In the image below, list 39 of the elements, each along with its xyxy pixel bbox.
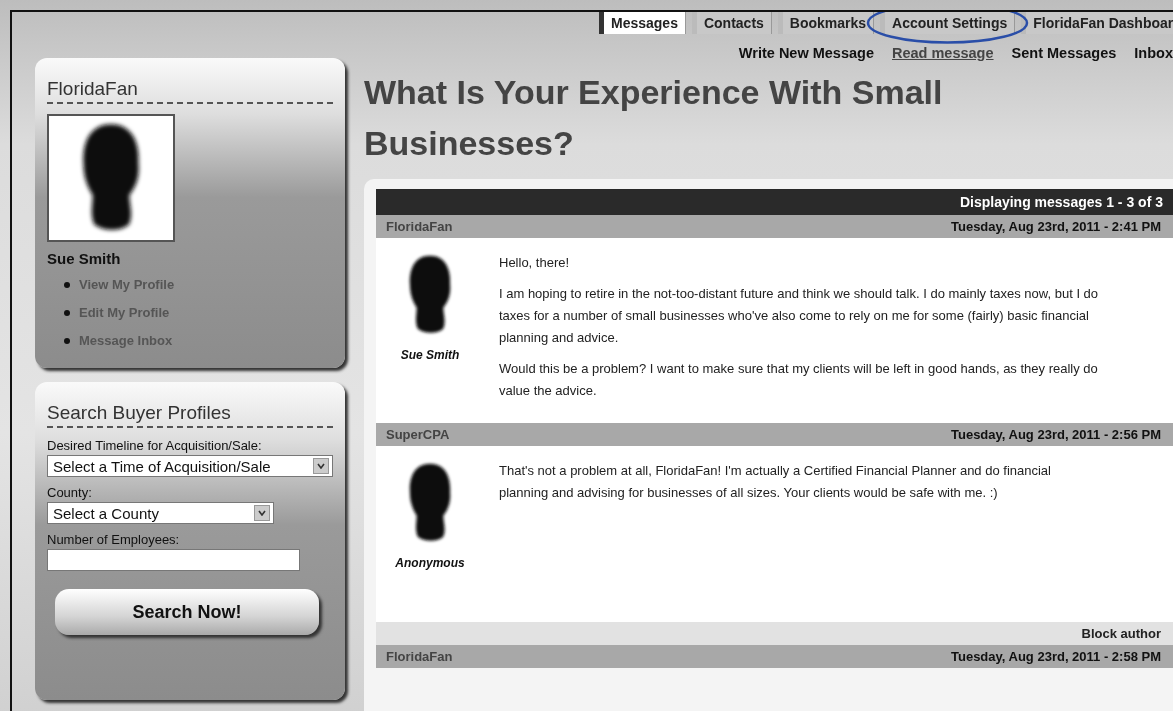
message-text: That's not a problem at all, FloridaFan! I'm actually a Certified Financial Planner and do financial planning and advising for businesses of all sizes. Your clients would be safe with me. :) [499,462,1052,502]
bullet-icon [64,310,70,316]
caret-icon [254,505,270,521]
field-label: Desired Timeline for Acquisition/Sale: [47,438,263,453]
sender-name[interactable]: FloridaFan [386,219,453,234]
search-button[interactable]: Search Now! [55,589,319,635]
message-date: Tuesday, Aug 23rd, 2011 - 2:56 PM [951,427,1161,442]
dropdown[interactable]: Select a Time of Acquisition/Sale [47,455,333,477]
author-name: Sue Smith [400,348,460,362]
message-date: Tuesday, Aug 23rd, 2011 - 2:58 PM [951,649,1161,664]
dropdown[interactable]: Select a County [47,502,274,524]
user-name: Sue Smith [47,250,122,267]
subnav-link[interactable]: Write New Message [738,45,874,61]
author-name: Anonymous [395,556,465,570]
tab[interactable]: FloridaFan Dashboar [1021,12,1173,34]
sender-name[interactable]: FloridaFan [386,649,453,664]
message-date: Tuesday, Aug 23rd, 2011 - 2:41 PM [951,219,1161,234]
card-title: Search Buyer Profiles [47,402,333,428]
tab[interactable]: Account Settings [880,12,1016,34]
block-author-link[interactable]: Block author [1081,626,1161,641]
message-text: Would this be a problem? I want to make sure that my clients will be left in good hands, as they really do value the advice. [499,360,1099,400]
tab[interactable]: Bookmarks [777,12,875,34]
tab[interactable]: Contacts [691,12,772,34]
message-count: Displaying messages 1 - 3 of 3 [376,189,1173,215]
subnav-link[interactable]: Read message [892,45,994,61]
message-text: Hello, there! [499,254,571,272]
message-text: I am hoping to retire in the not-too-distant future and think we should talk. I do mainly taxes now, but I do taxes for a number of small businesses who've also come to rely on me for some (fairly) basic financial planning and advice. [499,285,1099,347]
sender-name[interactable]: SuperCPA [386,427,450,442]
tab[interactable]: Messages [599,12,686,34]
subnav-link[interactable]: Inbox [1134,45,1173,61]
field-label: Number of Employees: [47,532,181,547]
card-title: FloridaFan [47,78,333,104]
field-label: County: [47,485,93,500]
bullet-icon [64,282,70,288]
input-field[interactable] [47,549,300,571]
caret-icon [313,458,329,474]
subnav-link[interactable]: Sent Messages [1011,45,1117,61]
bullet-icon [64,338,70,344]
page-title: What Is Your Experience With Small Businesses? [364,72,944,164]
